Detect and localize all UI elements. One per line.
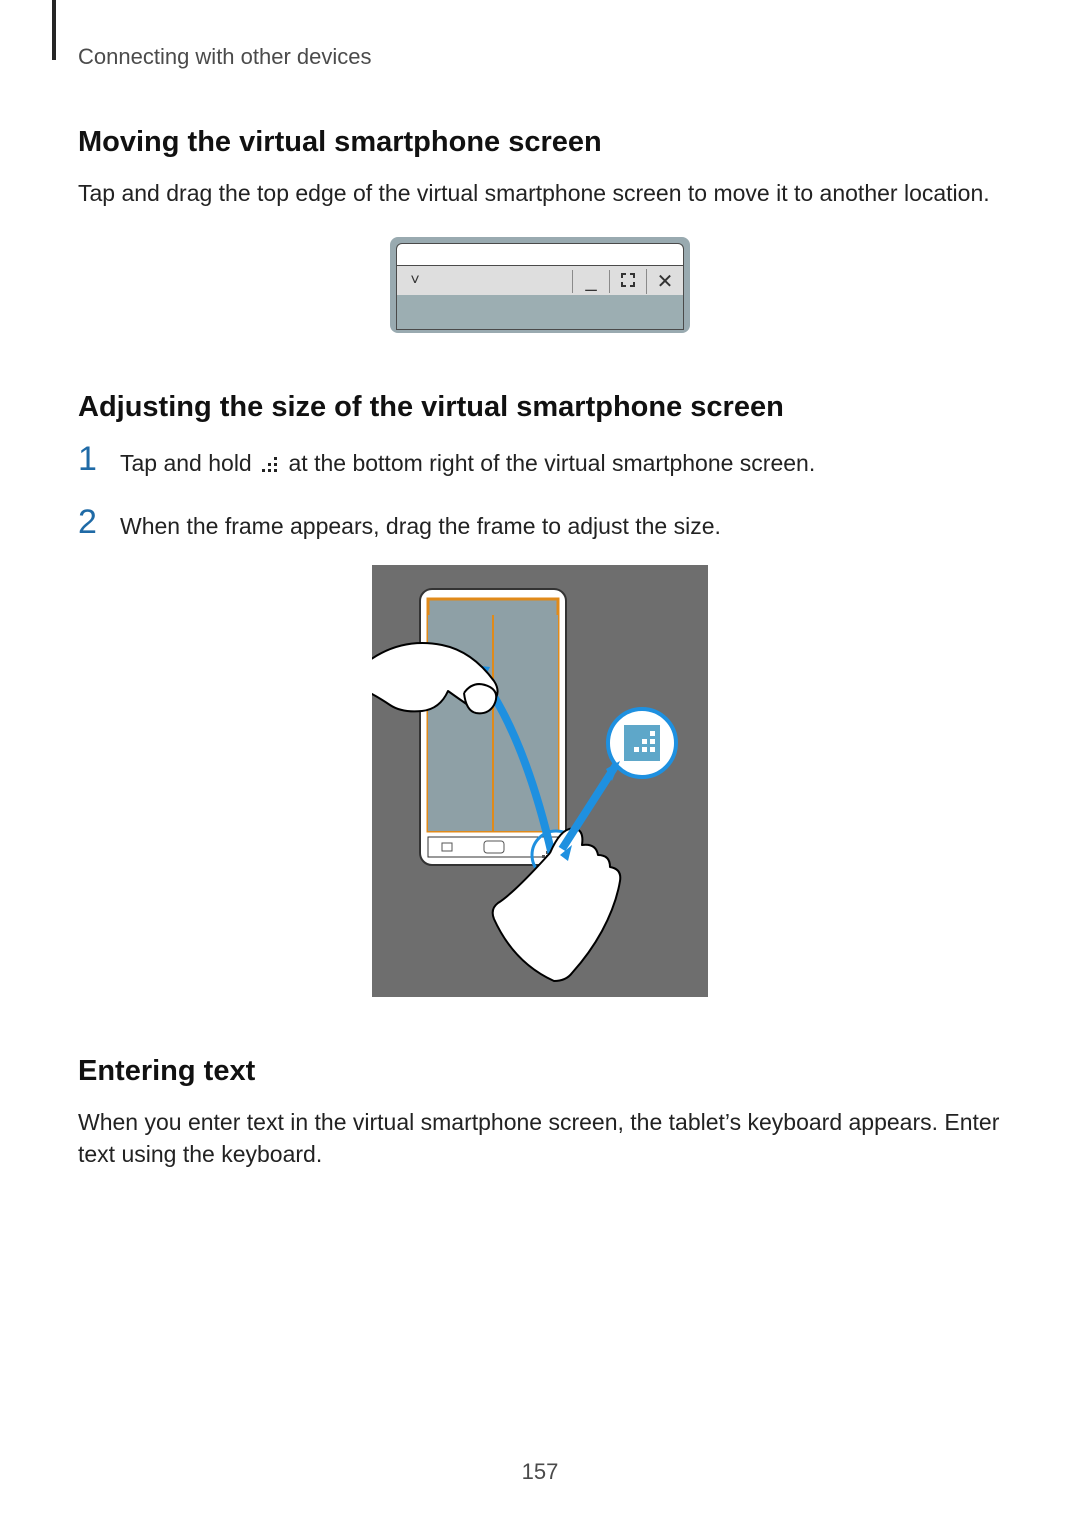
step-1: 1 Tap and hold at the bottom right of th… xyxy=(78,442,1002,482)
heading-moving: Moving the virtual smartphone screen xyxy=(78,126,1002,159)
gesture-illustration: ˅ _ ⤢ ✕ xyxy=(372,565,708,997)
page: Connecting with other devices Moving the… xyxy=(0,0,1080,1527)
figure-gesture: ˅ _ ⤢ ✕ xyxy=(78,565,1002,997)
toolbar-illustration: ˅ _ ✕ xyxy=(390,237,690,333)
para-moving: Tap and drag the top edge of the virtual… xyxy=(78,177,1002,209)
resize-handle-icon xyxy=(262,449,278,482)
running-head: Connecting with other devices xyxy=(78,44,1002,70)
figure-toolbar: ˅ _ ✕ xyxy=(78,237,1002,333)
edge-tab xyxy=(52,0,56,60)
minimize-icon: _ xyxy=(572,270,609,293)
step-2: 2 When the frame appears, drag the frame… xyxy=(78,505,1002,543)
maximize-icon-svg xyxy=(621,273,635,287)
step1-after: at the bottom right of the virtual smart… xyxy=(289,450,816,476)
close-icon: ✕ xyxy=(646,269,683,294)
step-number: 1 xyxy=(78,442,102,476)
step-number: 2 xyxy=(78,505,102,539)
maximize-icon xyxy=(609,270,646,293)
step-text: When the frame appears, drag the frame t… xyxy=(120,505,721,543)
para-entering-text: When you enter text in the virtual smart… xyxy=(78,1106,1002,1170)
step1-before: Tap and hold xyxy=(120,450,258,476)
heading-adjusting: Adjusting the size of the virtual smartp… xyxy=(78,391,1002,424)
step-text: Tap and hold at the bottom right of the … xyxy=(120,442,815,482)
heading-entering-text: Entering text xyxy=(78,1055,1002,1088)
chevron-down-icon: ˅ xyxy=(397,272,433,290)
page-number: 157 xyxy=(0,1459,1080,1485)
